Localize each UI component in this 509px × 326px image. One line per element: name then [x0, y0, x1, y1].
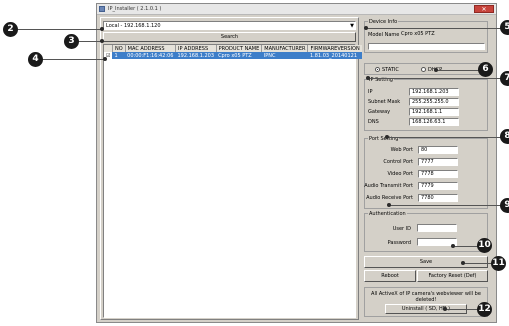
device-list: NO MAC ADDRESS IP ADDRESS PRODUCT NAME M… — [103, 44, 363, 318]
callout-dot-8 — [385, 135, 389, 139]
callout-12: 12 — [477, 302, 492, 317]
column-product[interactable]: PRODUCT NAME — [216, 45, 263, 52]
callout-dot-4 — [103, 57, 107, 61]
callout-4: 4 — [28, 52, 43, 67]
app-icon — [99, 6, 105, 12]
callout-dot-5 — [364, 26, 368, 30]
audio-transmit-port-field[interactable]: 7779 — [418, 182, 458, 190]
callout-dot-11 — [461, 261, 465, 265]
uninstall-group: All ActiveX of IP camera's webviewer wil… — [364, 287, 488, 317]
audio-receive-port-field[interactable]: 7780 — [418, 194, 458, 202]
table-row[interactable]: ☑ 1 00:00:F1:16:42:06 192.168.1.203 Cpro… — [104, 52, 363, 59]
callout-line-9 — [389, 205, 505, 206]
save-button[interactable]: Save — [364, 256, 488, 268]
control-port-field[interactable]: 7777 — [418, 158, 458, 166]
model-name-label: Model Name — [368, 32, 400, 38]
subnet-mask-label: Subnet Mask — [368, 99, 401, 105]
column-manufacturer[interactable]: MANUFACTURER — [261, 45, 309, 52]
user-id-label: User ID — [392, 226, 411, 232]
audio-receive-port-label: Audio Receive Port — [366, 195, 413, 201]
static-label: STATIC — [382, 67, 399, 73]
row-product: Cpro x05 PTZ — [218, 52, 252, 59]
dns-field[interactable]: 168.126.63.1 — [409, 118, 459, 126]
gateway-field[interactable]: 192.168.1.1 — [409, 108, 459, 116]
dhcp-radio[interactable] — [421, 67, 426, 72]
column-no[interactable]: NO — [112, 45, 126, 52]
model-name-value: Cpro x05 PTZ — [401, 31, 435, 37]
callout-11: 11 — [491, 256, 506, 271]
authentication-label: Authentication — [368, 211, 407, 217]
callout-line-4 — [40, 59, 104, 60]
subnet-mask-field[interactable]: 255.255.255.0 — [409, 98, 459, 106]
uninstall-warning: All ActiveX of IP camera's webviewer wil… — [371, 291, 481, 303]
window-title: IP_Installer ( 2.1.0.1 ) — [108, 6, 162, 12]
right-panel: Device Info Model Name Cpro x05 PTZ STAT… — [362, 17, 493, 320]
callout-9: 9 — [500, 198, 509, 213]
video-port-field[interactable]: 7778 — [418, 170, 458, 178]
device-table: NO MAC ADDRESS IP ADDRESS PRODUCT NAME M… — [104, 45, 363, 59]
user-id-field[interactable] — [417, 224, 457, 232]
callout-dot-2 — [100, 27, 104, 31]
adapter-value: Local - 192.168.1.120 — [106, 23, 161, 29]
chevron-down-icon: ▼ — [350, 23, 354, 29]
callout-5: 5 — [500, 20, 509, 35]
gateway-label: Gateway — [368, 109, 391, 115]
port-setting-group: Port Setting Web Port 80 Control Port 77… — [364, 136, 488, 209]
adapter-select[interactable]: Local - 192.168.1.120 ▼ — [103, 21, 356, 30]
dns-label: DNS — [368, 119, 379, 125]
factory-reset-button[interactable]: Factory Reset (Def) — [417, 270, 488, 282]
control-port-label: Control Port — [383, 159, 413, 165]
ip-mode-group: STATIC DHCP — [364, 63, 488, 75]
reboot-button[interactable]: Reboot — [364, 270, 416, 282]
row-manufacturer: IPNC — [263, 52, 276, 59]
web-port-field[interactable]: 80 — [418, 146, 458, 154]
left-panel: Local - 192.168.1.120 ▼ Search NO MAC AD… — [100, 17, 363, 320]
callout-dot-9 — [387, 203, 391, 207]
callout-dot-6 — [434, 68, 438, 72]
callout-dot-3 — [100, 39, 104, 43]
callout-10: 10 — [477, 238, 492, 253]
callout-line-3 — [78, 41, 102, 42]
close-button[interactable]: ✕ — [474, 5, 494, 13]
callout-line-8 — [387, 137, 505, 138]
callout-6: 6 — [478, 62, 493, 77]
title-bar: IP_Installer ( 2.1.0.1 ) ✕ — [97, 4, 496, 15]
table-header-row: NO MAC ADDRESS IP ADDRESS PRODUCT NAME M… — [104, 45, 363, 52]
audio-transmit-port-label: Audio Transmit Port — [364, 183, 413, 189]
callout-8: 8 — [500, 129, 509, 144]
callout-dot-7 — [366, 76, 370, 80]
check-column — [104, 45, 114, 52]
video-port-label: Video Port — [387, 171, 413, 177]
web-port-label: Web Port — [390, 147, 413, 153]
ip-field[interactable]: 192.168.1.203 — [409, 88, 459, 96]
ip-setting-group: IP Setting IP 192.168.1.203 Subnet Mask … — [364, 77, 488, 131]
column-ip[interactable]: IP ADDRESS — [175, 45, 217, 52]
row-firmware: 1.81.03_20140121 — [309, 52, 358, 59]
callout-2: 2 — [3, 22, 18, 37]
callout-3: 3 — [64, 34, 79, 49]
app-window: IP_Installer ( 2.1.0.1 ) ✕ Local - 192.1… — [96, 3, 497, 323]
callout-line-2 — [10, 29, 102, 30]
callout-line-7 — [368, 78, 506, 79]
row-ip: 192.168.1.203 — [177, 52, 215, 59]
callout-7: 7 — [500, 71, 509, 86]
column-mac[interactable]: MAC ADDRESS — [125, 45, 176, 52]
device-info-group: Device Info Model Name Cpro x05 PTZ — [364, 19, 488, 53]
callout-dot-12 — [443, 307, 447, 311]
ip-label: IP — [368, 89, 373, 95]
column-firmware[interactable]: FIRMWAREVERSION — [307, 45, 363, 52]
callout-dot-10 — [451, 244, 455, 248]
row-mac: 00:00:F1:16:42:06 — [127, 52, 174, 59]
row-no: 1 — [114, 52, 118, 59]
device-info-label: Device Info — [368, 19, 399, 25]
static-radio[interactable] — [375, 67, 380, 72]
device-info-field — [368, 43, 485, 50]
password-label: Password — [387, 240, 411, 246]
search-button[interactable]: Search — [103, 32, 356, 42]
callout-line-5 — [366, 28, 504, 29]
